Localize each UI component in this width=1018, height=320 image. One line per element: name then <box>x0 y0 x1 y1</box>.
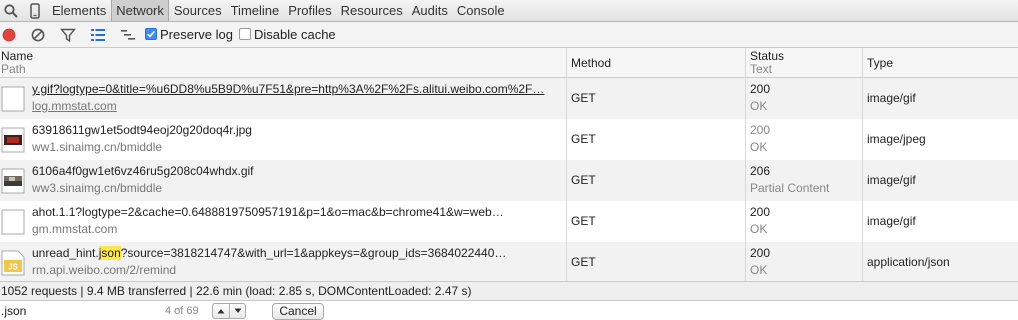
search-match-count: 4 of 69 <box>165 305 199 317</box>
network-summary: 1052 requests | 9.4 MB transferred | 22.… <box>0 281 1018 301</box>
header-path[interactable]: Path <box>1 62 26 76</box>
filter-icon[interactable] <box>60 27 76 43</box>
header-status[interactable]: Status <box>750 49 784 63</box>
image-thumbnail-icon <box>1 127 25 153</box>
device-mode-icon[interactable] <box>27 3 43 19</box>
request-name[interactable]: unread_hint.json?source=3818214747&with_… <box>32 246 562 260</box>
checkmark-icon <box>147 30 156 38</box>
record-icon[interactable] <box>1 27 17 43</box>
search-match-highlight: json <box>98 246 121 260</box>
request-method: GET <box>571 255 596 269</box>
blank-file-icon <box>1 209 25 235</box>
request-row[interactable]: JS unread_hint.json?source=3818214747&wi… <box>0 242 1018 283</box>
tab-timeline[interactable]: Timeline <box>227 0 284 21</box>
header-type[interactable]: Type <box>867 56 893 70</box>
chevron-down-icon <box>234 308 242 313</box>
tab-network[interactable]: Network <box>111 0 169 21</box>
request-row[interactable]: ahot.1.1?logtype=2&cache=0.6488819750957… <box>0 201 1018 242</box>
column-divider[interactable] <box>862 48 863 281</box>
request-row[interactable]: 6106a4f0gw1et6vz46ru5g208c04whdx.gif ww3… <box>0 160 1018 201</box>
overview-icon[interactable] <box>120 27 136 43</box>
column-header-row: Name Path Method Status Text Type <box>0 48 1018 78</box>
request-method: GET <box>571 173 596 187</box>
request-domain[interactable]: rm.api.weibo.com/2/remind <box>32 263 176 277</box>
column-divider[interactable] <box>566 48 567 281</box>
tab-audits[interactable]: Audits <box>408 0 452 21</box>
header-name[interactable]: Name <box>1 49 33 63</box>
request-domain[interactable]: ww3.sinaimg.cn/bmiddle <box>32 181 162 195</box>
status-text: OK <box>750 263 768 277</box>
cancel-button[interactable]: Cancel <box>272 303 324 320</box>
request-method: GET <box>571 214 596 228</box>
preserve-log-checkbox[interactable] <box>145 28 157 40</box>
status-text: OK <box>750 140 768 154</box>
preserve-log-label[interactable]: Preserve log <box>160 27 233 42</box>
request-name[interactable]: 63918611gw1et5odt94eoj20g20doq4r.jpg <box>32 123 562 137</box>
tab-resources[interactable]: Resources <box>337 0 407 21</box>
clear-icon[interactable] <box>30 27 46 43</box>
svg-text:JS: JS <box>8 263 18 272</box>
tab-sources[interactable]: Sources <box>170 0 226 21</box>
request-type: application/json <box>867 255 950 269</box>
search-bar: 4 of 69 Cancel <box>0 301 1018 320</box>
header-status-text[interactable]: Text <box>750 62 772 76</box>
search-stepper[interactable] <box>212 303 246 319</box>
search-next-button[interactable] <box>230 304 246 318</box>
request-type: image/gif <box>867 91 916 105</box>
js-file-icon: JS <box>1 250 25 276</box>
request-type: image/gif <box>867 214 916 228</box>
request-type: image/gif <box>867 173 916 187</box>
status-code: 200 <box>750 246 771 260</box>
request-domain[interactable]: ww1.sinaimg.cn/bmiddle <box>32 140 162 154</box>
tab-console[interactable]: Console <box>453 0 509 21</box>
large-rows-icon[interactable] <box>90 27 106 43</box>
status-code: 200 <box>750 82 771 96</box>
status-text: Partial Content <box>750 181 830 195</box>
panel-tabs: Elements Network Sources Timeline Profil… <box>48 0 510 21</box>
request-type: image/jpeg <box>867 132 926 146</box>
request-name[interactable]: 6106a4f0gw1et6vz46ru5g208c04whdx.gif <box>32 164 562 178</box>
request-domain[interactable]: log.mmstat.com <box>32 99 117 113</box>
header-method[interactable]: Method <box>571 56 611 70</box>
search-prev-button[interactable] <box>213 304 229 318</box>
request-name[interactable]: y.gif?logtype=0&title=%u6DD8%u5B9D%u7F51… <box>32 82 562 96</box>
request-method: GET <box>571 132 596 146</box>
image-thumbnail-icon <box>1 168 25 194</box>
request-method: GET <box>571 91 596 105</box>
disable-cache-label[interactable]: Disable cache <box>254 27 336 42</box>
tab-elements[interactable]: Elements <box>48 0 110 21</box>
status-code: 200 <box>750 205 771 219</box>
status-code: 206 <box>750 164 771 178</box>
request-name[interactable]: ahot.1.1?logtype=2&cache=0.6488819750957… <box>32 205 562 219</box>
network-toolbar: Preserve log Disable cache <box>0 22 1018 48</box>
status-text: OK <box>750 99 768 113</box>
blank-file-icon <box>1 86 25 112</box>
request-row[interactable]: y.gif?logtype=0&title=%u6DD8%u5B9D%u7F51… <box>0 78 1018 119</box>
devtools-tab-bar: Elements Network Sources Timeline Profil… <box>0 0 1018 22</box>
disable-cache-checkbox[interactable] <box>239 28 251 40</box>
request-domain[interactable]: gm.mmstat.com <box>32 222 117 236</box>
inspect-search-icon[interactable] <box>3 3 19 19</box>
column-divider[interactable] <box>745 48 746 281</box>
chevron-up-icon <box>217 309 225 314</box>
status-text: OK <box>750 222 768 236</box>
tab-profiles[interactable]: Profiles <box>284 0 335 21</box>
status-code: 200 <box>750 123 771 137</box>
request-row[interactable]: 63918611gw1et5odt94eoj20g20doq4r.jpg ww1… <box>0 119 1018 160</box>
